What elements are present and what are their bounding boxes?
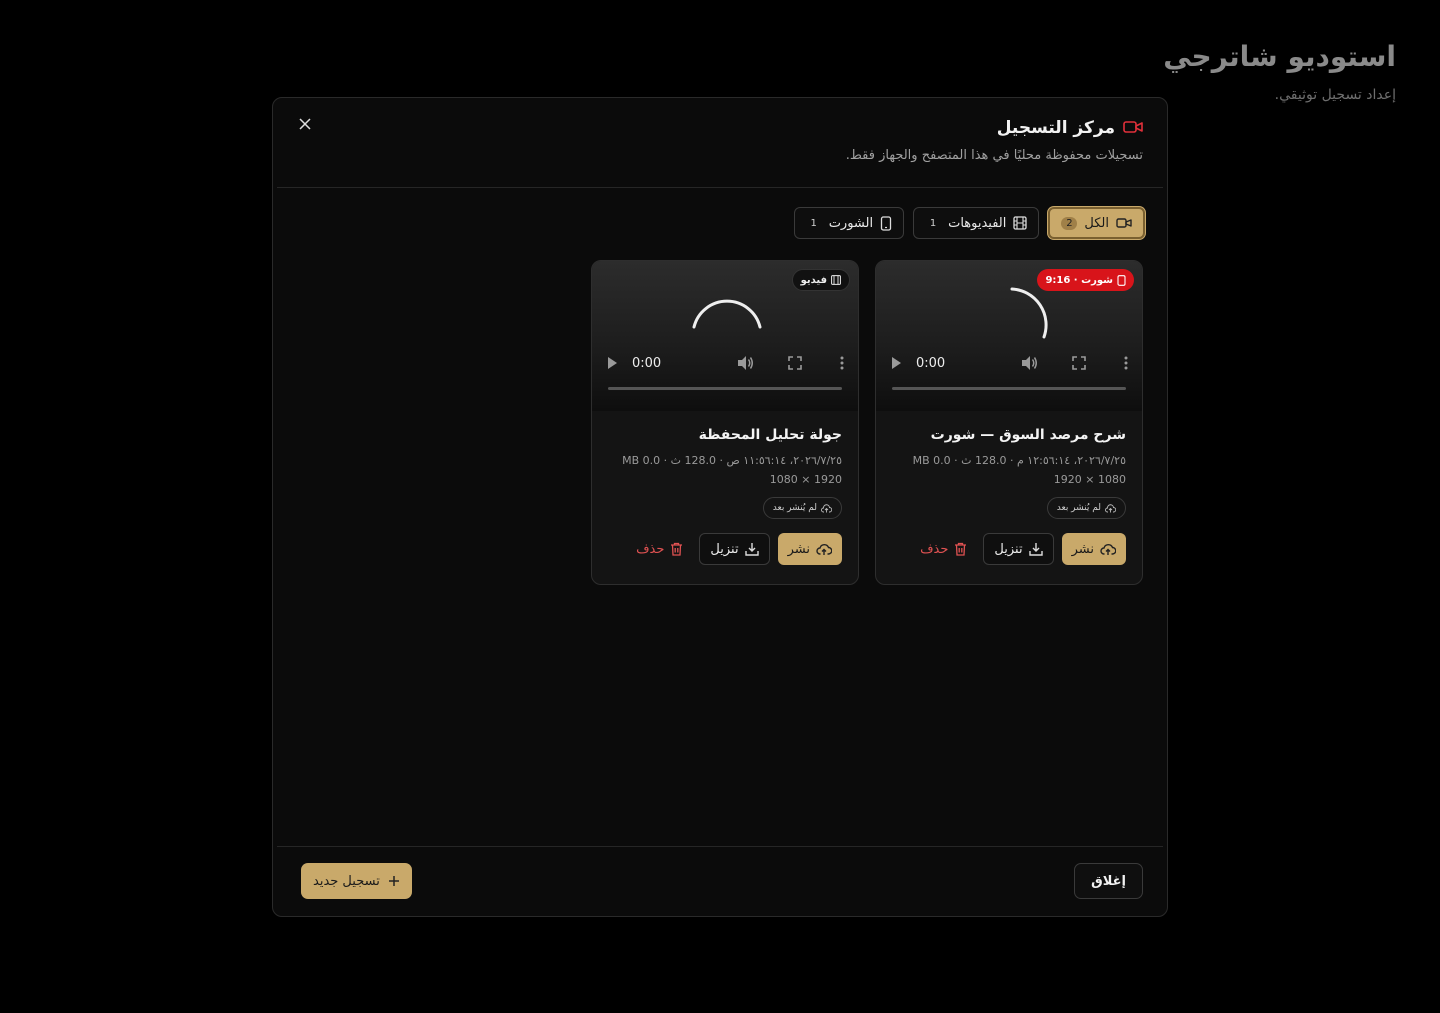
- meta-resolution: 1920 × 1080: [769, 473, 842, 486]
- download-icon: [744, 543, 759, 556]
- close-icon: [299, 118, 311, 130]
- meta-resolution: 1080 × 1920: [1053, 473, 1126, 486]
- recording-card: شورت · 9:16 0:00 شرح مرصد السوق — شورت ٢…: [875, 260, 1143, 585]
- phone-icon: [880, 215, 892, 231]
- download-button[interactable]: تنزيل: [699, 533, 770, 565]
- video-player[interactable]: فيديو 0:00: [592, 261, 858, 411]
- progress-bar[interactable]: [608, 387, 842, 390]
- cloud-upload-icon: [1100, 544, 1116, 555]
- tab-all[interactable]: الكل 2: [1048, 207, 1145, 239]
- close-button[interactable]: [293, 112, 317, 136]
- more-options-icon[interactable]: [840, 356, 844, 370]
- new-recording-label: تسجيل جديد: [313, 873, 380, 889]
- publish-button[interactable]: نشر: [777, 533, 842, 565]
- card-actions: نشر تنزيل حذف: [608, 533, 842, 565]
- page-header: استوديو شاترجي إعداد تسجيل توثيقي.: [1163, 40, 1396, 103]
- recording-title: شرح مرصد السوق — شورت: [930, 427, 1126, 443]
- film-icon: [1013, 216, 1028, 230]
- close-footer-button[interactable]: إغلاق: [1074, 863, 1143, 899]
- phone-icon: [1117, 274, 1126, 286]
- film-icon: [831, 275, 841, 285]
- cloud-upload-icon: [821, 503, 832, 512]
- fullscreen-icon[interactable]: [788, 356, 802, 370]
- video-player[interactable]: شورت · 9:16 0:00: [876, 261, 1142, 411]
- video-camera-icon: [1116, 218, 1132, 228]
- status-label: لم يُنشر بعد: [1056, 503, 1101, 513]
- format-badge: شورت · 9:16: [1037, 269, 1134, 291]
- filter-tabs: الكل 2 الفيديوهات 1 الشورت 1: [793, 207, 1145, 239]
- time-readout: 0:00: [916, 355, 946, 371]
- play-icon[interactable]: [890, 356, 902, 370]
- recordings-grid: شورت · 9:16 0:00 شرح مرصد السوق — شورت ٢…: [591, 260, 1143, 585]
- modal-title-row: مركز التسجيل: [997, 118, 1143, 138]
- page-title: استوديو شاترجي: [1163, 40, 1396, 73]
- download-icon: [1028, 543, 1043, 556]
- plus-icon: [388, 876, 399, 886]
- volume-icon[interactable]: [1020, 355, 1038, 371]
- trash-icon: [671, 542, 683, 556]
- delete-label: حذف: [920, 541, 949, 557]
- download-button[interactable]: تنزيل: [983, 533, 1054, 565]
- cloud-upload-icon: [1105, 503, 1116, 512]
- video-camera-icon: [1123, 119, 1143, 138]
- cloud-upload-icon: [816, 544, 832, 555]
- publish-label: نشر: [787, 541, 810, 557]
- tab-count: 2: [1061, 216, 1078, 230]
- loading-spinner-icon: [1010, 287, 1048, 339]
- tab-label: الكل: [1084, 215, 1109, 231]
- recording-card: فيديو 0:00 جولة تحليل المحفظة ٢٠٢٦/٧/٢٥،…: [591, 260, 859, 585]
- new-recording-button[interactable]: تسجيل جديد: [301, 863, 412, 899]
- recording-center-modal: مركز التسجيل تسجيلات محفوظة محليًا في هذ…: [272, 97, 1168, 917]
- delete-button[interactable]: حذف: [628, 533, 691, 565]
- delete-button[interactable]: حذف: [912, 533, 975, 565]
- status-badge: لم يُنشر بعد: [762, 497, 842, 519]
- badge-label: فيديو: [800, 274, 827, 286]
- format-badge: فيديو: [791, 269, 850, 291]
- tab-label: الشورت: [828, 215, 874, 231]
- modal-title: مركز التسجيل: [996, 118, 1115, 138]
- progress-bar[interactable]: [892, 387, 1126, 390]
- status-badge: لم يُنشر بعد: [1046, 497, 1126, 519]
- download-label: تنزيل: [994, 541, 1023, 557]
- modal-header: مركز التسجيل تسجيلات محفوظة محليًا في هذ…: [277, 98, 1163, 188]
- trash-icon: [955, 542, 967, 556]
- loading-spinner-icon: [692, 299, 762, 329]
- meta-line: ٢٠٢٦/٧/٢٥، ١٢:٥٦:١٤ م · 128.0 ث · 0.0 MB: [912, 454, 1126, 467]
- tab-shorts[interactable]: الشورت 1: [793, 207, 905, 239]
- volume-icon[interactable]: [736, 355, 754, 371]
- play-icon[interactable]: [606, 356, 618, 370]
- delete-label: حذف: [636, 541, 665, 557]
- tab-label: الفيديوهات: [948, 215, 1007, 231]
- meta-line: ٢٠٢٦/٧/٢٥، ١١:٥٦:١٤ ص · 128.0 ث · 0.0 MB: [622, 454, 842, 467]
- download-label: تنزيل: [710, 541, 739, 557]
- recording-meta: ٢٠٢٦/٧/٢٥، ١١:٥٦:١٤ ص · 128.0 ث · 0.0 MB…: [608, 451, 842, 489]
- player-controls: 0:00: [890, 353, 1128, 373]
- recording-meta: ٢٠٢٦/٧/٢٥، ١٢:٥٦:١٤ م · 128.0 ث · 0.0 MB…: [892, 451, 1126, 489]
- tab-videos[interactable]: الفيديوهات 1: [913, 207, 1040, 239]
- modal-description: تسجيلات محفوظة محليًا في هذا المتصفح وال…: [845, 148, 1143, 163]
- badge-label: شورت · 9:16: [1045, 274, 1113, 286]
- page-subtitle: إعداد تسجيل توثيقي.: [1274, 87, 1396, 103]
- modal-footer: إغلاق تسجيل جديد: [277, 846, 1163, 916]
- publish-label: نشر: [1071, 541, 1094, 557]
- player-controls: 0:00: [606, 353, 844, 373]
- tab-count: 1: [929, 217, 937, 229]
- tab-count: 1: [810, 217, 817, 229]
- card-actions: نشر تنزيل حذف: [892, 533, 1126, 565]
- publish-button[interactable]: نشر: [1061, 533, 1126, 565]
- time-readout: 0:00: [632, 355, 662, 371]
- status-label: لم يُنشر بعد: [772, 503, 817, 513]
- recording-title: جولة تحليل المحفظة: [698, 427, 842, 443]
- more-options-icon[interactable]: [1124, 356, 1128, 370]
- fullscreen-icon[interactable]: [1072, 356, 1086, 370]
